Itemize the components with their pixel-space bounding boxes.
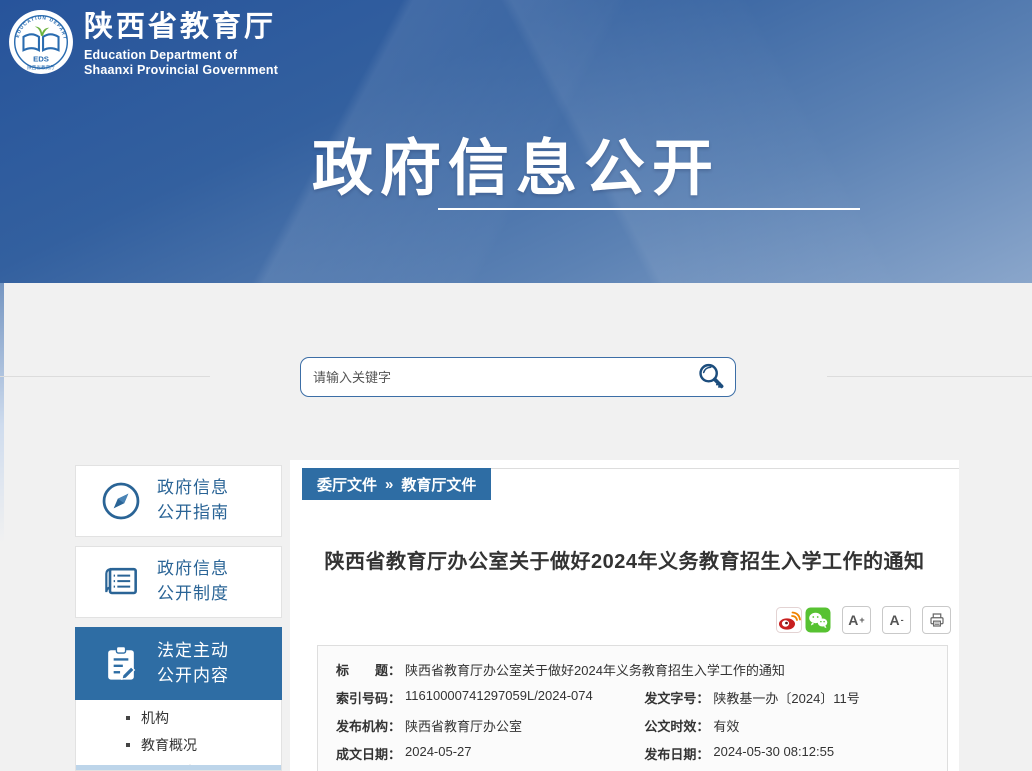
svg-text:EDS: EDS (33, 55, 49, 64)
document-meta-table: 标 题： 陕西省教育厅办公室关于做好2024年义务教育招生入学工作的通知 索引号… (317, 645, 948, 771)
print-icon (929, 613, 944, 627)
search-icon (699, 363, 724, 389)
bullet-icon (126, 715, 130, 720)
search-input[interactable] (301, 369, 687, 385)
submenu-next-item-edge (76, 765, 281, 770)
meta-row-title: 标 题： 陕西省教育厅办公室关于做好2024年义务教育招生入学工作的通知 (336, 662, 785, 678)
site-title-block: 陕西省教育厅 Education Department of Shaanxi P… (84, 9, 278, 78)
site-name-english: Education Department of Shaanxi Provinci… (84, 47, 279, 77)
banner-title-underline (438, 208, 860, 210)
banner: EDUCATION DEPARTMENT OF SHAANXI EDS 陕西省教… (0, 0, 1032, 283)
compass-icon (98, 478, 144, 524)
breadcrumb-separator: » (385, 475, 394, 493)
rulebook-icon (98, 559, 144, 605)
article-title: 陕西省教育厅办公室关于做好2024年义务教育招生入学工作的通知 (324, 551, 925, 573)
breadcrumb-current-link[interactable]: 教育厅文件 (401, 474, 476, 495)
sidebar-item-gov-info-guide[interactable]: 政府信息 公开指南 (75, 465, 282, 537)
left-edge-fade (0, 283, 4, 543)
eds-emblem-icon: EDUCATION DEPARTMENT OF SHAANXI EDS 陕西省教… (8, 9, 73, 74)
submenu-item-education-overview[interactable]: 教育概况 (76, 731, 281, 758)
sidebar-item-label: 政府信息 公开制度 (157, 559, 229, 603)
print-button[interactable] (922, 606, 951, 634)
clipboard-pen-icon (98, 641, 144, 687)
submenu-item-organization[interactable]: 机构 (76, 704, 281, 731)
sidebar-item-label: 法定主动 公开内容 (157, 640, 229, 685)
divider-line (827, 376, 1032, 377)
sidebar-item-statutory-disclosure[interactable]: 法定主动 公开内容 (75, 627, 282, 700)
divider-line (0, 376, 210, 377)
breadcrumb-rule (482, 468, 959, 469)
font-increase-button[interactable]: A + (842, 606, 871, 634)
search-box (300, 357, 736, 397)
weibo-share-icon[interactable] (776, 607, 802, 633)
site-logo-block[interactable]: EDUCATION DEPARTMENT OF SHAANXI EDS 陕西省教… (8, 9, 278, 78)
search-button[interactable] (687, 358, 735, 396)
sidebar-item-gov-info-system[interactable]: 政府信息 公开制度 (75, 546, 282, 618)
breadcrumb-parent-link[interactable]: 委厅文件 (317, 474, 377, 495)
site-name: 陕西省教育厅 (84, 11, 277, 43)
svg-text:陕西省教育厅: 陕西省教育厅 (27, 64, 55, 71)
breadcrumb: 委厅文件 » 教育厅文件 (302, 468, 492, 500)
article-tools: A + A- (290, 606, 951, 634)
meta-row-publisher: 发布机构： 陕西省教育厅办公室 公文时效： 有效 (336, 718, 740, 734)
font-decrease-button[interactable]: A- (882, 606, 911, 634)
meta-row-dates: 成文日期： 2024-05-27 发布日期： 2024-05-30 08:12:… (336, 743, 835, 762)
banner-title: 政府信息公开 (311, 134, 720, 202)
meta-row-index-number: 索引号码： 11610000741297059L/2024-074 发文字号： … (336, 687, 860, 706)
sidebar-submenu: 机构 教育概况 主要职责 (75, 700, 282, 771)
bullet-icon (126, 742, 130, 747)
sidebar-item-label: 政府信息 公开指南 (157, 478, 229, 522)
page: EDUCATION DEPARTMENT OF SHAANXI EDS 陕西省教… (0, 0, 1032, 771)
meta-row-category-views: 类 别： 义务教育 浏览次数： 2353 (318, 767, 947, 771)
wechat-share-icon[interactable] (805, 607, 831, 633)
